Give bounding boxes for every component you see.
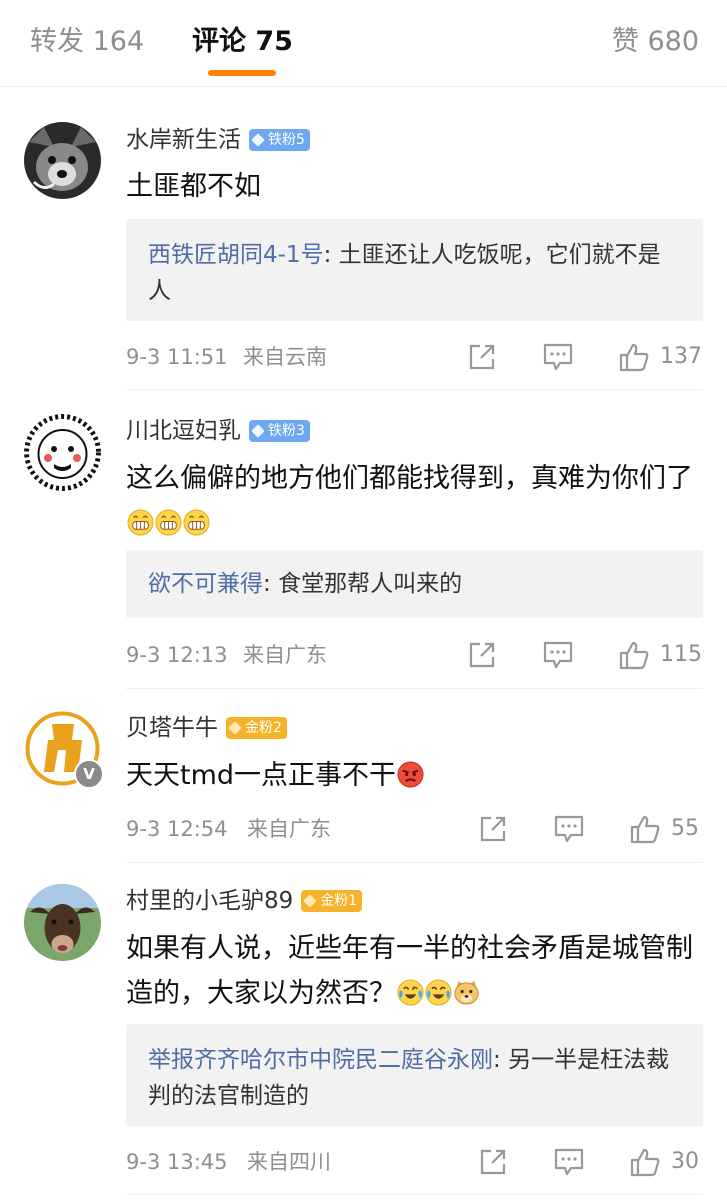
avatar[interactable]: [24, 884, 101, 961]
username[interactable]: 贝塔牛牛: [126, 713, 218, 743]
reply-text: 食堂那帮人叫来的: [278, 571, 463, 597]
comment-text: 如果有人说，近些年有一半的社会矛盾是城管制造的，大家以为然否？: [126, 926, 703, 1016]
cartoon-face-icon: [24, 414, 101, 491]
username[interactable]: 村里的小毛驴89: [126, 886, 293, 916]
share-icon: [480, 1149, 506, 1175]
comment-time: 9-3 12:13: [126, 643, 228, 667]
comment-location: 来自四川: [247, 1150, 331, 1174]
like-count: 55: [671, 816, 699, 841]
comment-icon: [543, 641, 573, 669]
comment-icon: [543, 343, 573, 371]
divider: [126, 1194, 703, 1195]
reply-button[interactable]: [542, 340, 574, 374]
fan-badge-label: 铁粉5: [268, 132, 305, 148]
tab-comments[interactable]: 评论 75: [192, 24, 293, 60]
reply-preview[interactable]: 欲不可兼得: 食堂那帮人叫来的: [126, 550, 703, 618]
reply-preview[interactable]: 西铁匠胡同4-1号: 土匪还让人吃饭呢，它们就不是人: [126, 219, 703, 321]
fan-badge[interactable]: 金粉1: [301, 890, 363, 912]
fan-badge[interactable]: 铁粉5: [249, 129, 310, 151]
comment-tabs: 转发 164 评论 75 赞 680: [0, 0, 727, 87]
cow-photo-icon: [24, 884, 101, 961]
comment-time: 9-3 13:45: [126, 1150, 228, 1174]
grin-emoji-icon: [183, 509, 210, 536]
reply-button[interactable]: [542, 638, 574, 672]
diamond-icon: [228, 721, 242, 735]
reply-username[interactable]: 举报齐齐哈尔市中院民二庭谷永刚: [148, 1047, 493, 1073]
comment-header: 水岸新生活 铁粉5: [126, 125, 310, 155]
comment-meta: 9-3 12:54 来自广东 55: [126, 814, 703, 844]
thumbs-up-icon: [630, 815, 660, 844]
comment-time: 9-3 12:54: [126, 817, 228, 841]
grin-emoji-icon: [155, 509, 182, 536]
share-button[interactable]: [467, 340, 497, 374]
grin-emoji-icon: [127, 509, 154, 536]
like-count: 30: [671, 1149, 699, 1174]
comment-text: 土匪都不如: [126, 171, 261, 202]
thumbs-up-icon: [630, 1148, 660, 1177]
comment-header: 川北逗妇乳 铁粉3: [126, 416, 310, 446]
diamond-icon: [251, 424, 265, 438]
share-button[interactable]: [467, 638, 497, 672]
fan-badge-label: 金粉2: [245, 720, 282, 736]
like-count: 137: [660, 344, 702, 369]
share-button[interactable]: [478, 812, 508, 846]
share-icon: [480, 816, 506, 842]
reply-colon: :: [493, 1047, 509, 1073]
fan-badge-label: 铁粉3: [268, 423, 305, 439]
comment-text-body: 这么偏僻的地方他们都能找得到，真难为你们了: [126, 463, 693, 494]
username[interactable]: 水岸新生活: [126, 125, 241, 155]
share-icon: [469, 642, 495, 668]
diamond-icon: [303, 894, 318, 908]
comment-icon: [554, 815, 584, 843]
wolf-photo-icon: [24, 122, 101, 199]
like-button[interactable]: 137: [618, 340, 702, 374]
doge-emoji-icon: [454, 980, 479, 1005]
active-tab-indicator: [208, 70, 276, 76]
comment-header: 贝塔牛牛 金粉2: [126, 713, 287, 743]
comment-text: 天天tmd一点正事不干: [126, 753, 703, 798]
diamond-icon: [251, 133, 265, 147]
like-button[interactable]: 55: [629, 812, 699, 846]
comment-location: 来自广东: [243, 643, 327, 667]
reply-preview[interactable]: 举报齐齐哈尔市中院民二庭谷永刚: 另一半是枉法裁判的法官制造的: [126, 1024, 703, 1126]
reply-username[interactable]: 欲不可兼得: [148, 571, 263, 597]
comment-header: 村里的小毛驴89 金粉1: [126, 886, 363, 916]
comment-time: 9-3 11:51: [126, 345, 228, 369]
comment-icon: [554, 1148, 584, 1176]
share-button[interactable]: [478, 1145, 508, 1179]
comment-meta: 9-3 13:45 来自四川 30: [126, 1147, 703, 1177]
divider: [126, 389, 703, 390]
like-count: 115: [660, 642, 702, 667]
reply-colon: :: [323, 242, 339, 268]
divider: [126, 688, 703, 689]
thumbs-up-icon: [619, 641, 649, 670]
avatar[interactable]: [24, 122, 101, 199]
divider: [126, 862, 703, 863]
comment-meta: 9-3 12:13 来自广东 115: [126, 640, 703, 670]
comment-text: 这么偏僻的地方他们都能找得到，真难为你们了: [126, 456, 703, 546]
angry-emoji-icon: [397, 761, 424, 788]
laugh-cry-emoji-icon: [397, 979, 424, 1006]
share-icon: [469, 344, 495, 370]
comment-text-body: 天天tmd一点正事不干: [126, 760, 397, 791]
like-button[interactable]: 115: [618, 638, 702, 672]
tab-likes[interactable]: 赞 680: [612, 24, 699, 60]
comment-location: 来自广东: [247, 817, 331, 841]
reply-button[interactable]: [553, 812, 585, 846]
fan-badge-label: 金粉1: [320, 893, 358, 909]
verified-badge: V: [74, 759, 104, 789]
comment-location: 来自云南: [243, 345, 327, 369]
reply-colon: :: [263, 571, 279, 597]
username[interactable]: 川北逗妇乳: [126, 416, 241, 446]
laugh-cry-emoji-icon: [425, 979, 452, 1006]
comment-meta: 9-3 11:51 来自云南 137: [126, 342, 703, 372]
like-button[interactable]: 30: [629, 1145, 699, 1179]
reply-username[interactable]: 西铁匠胡同4-1号: [148, 242, 324, 268]
reply-button[interactable]: [553, 1145, 585, 1179]
avatar[interactable]: [24, 414, 101, 491]
fan-badge[interactable]: 铁粉3: [249, 420, 310, 442]
tab-reposts[interactable]: 转发 164: [30, 24, 144, 60]
fan-badge[interactable]: 金粉2: [226, 717, 287, 739]
thumbs-up-icon: [619, 343, 649, 372]
